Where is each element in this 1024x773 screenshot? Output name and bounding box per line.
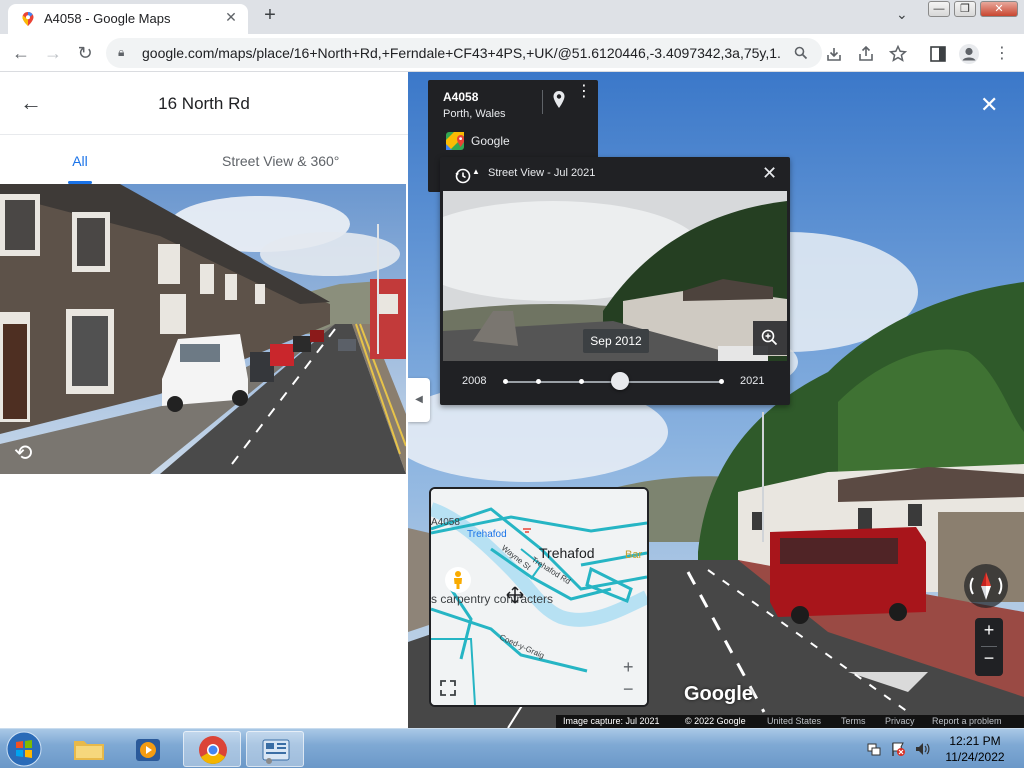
pegman-button[interactable] bbox=[445, 567, 471, 593]
google-maps-favicon-icon bbox=[22, 12, 34, 26]
street-view-photo[interactable]: ⟲ bbox=[0, 184, 406, 474]
action-center-flag-icon[interactable] bbox=[890, 741, 906, 757]
chrome-icon bbox=[199, 736, 227, 764]
zoom-divider bbox=[981, 646, 997, 647]
timeline-marker[interactable] bbox=[719, 379, 724, 384]
date-tooltip: Sep 2012 bbox=[583, 329, 649, 353]
address-bar[interactable]: 🔒︎ google.com/maps/place/16+North+Rd,+Fe… bbox=[106, 38, 822, 68]
bookmark-star-icon[interactable] bbox=[888, 44, 908, 64]
tab-title: A4058 - Google Maps bbox=[44, 11, 171, 26]
report-problem-link[interactable]: Report a problem bbox=[932, 716, 1002, 726]
compass-button[interactable] bbox=[964, 564, 1008, 608]
lock-icon[interactable]: 🔒︎ bbox=[118, 45, 124, 60]
street-view-panorama[interactable]: A4058 Porth, Wales ⋮ Google ▲ Street Vie… bbox=[408, 72, 1024, 728]
browser-toolbar: ← → ↻ 🔒︎ google.com/maps/place/16+North+… bbox=[0, 34, 1024, 72]
minimap[interactable]: A4058 Trehafod Trehafod Bar Wayne St Tre… bbox=[429, 487, 649, 707]
privacy-link[interactable]: Privacy bbox=[885, 716, 915, 726]
360-rotate-icon: ⟲ bbox=[14, 440, 33, 465]
time-machine-panel: ▲ Street View - Jul 2021 ✕ Sep 2012 2008… bbox=[440, 157, 790, 405]
minimap-zoom-out-button[interactable]: − bbox=[623, 679, 634, 700]
timeline-end-year: 2021 bbox=[740, 375, 765, 387]
clock-date[interactable]: 11/24/2022 bbox=[940, 750, 1010, 764]
region-name: Porth, Wales bbox=[443, 108, 506, 120]
minimize-button[interactable]: — bbox=[928, 1, 950, 17]
close-icon[interactable]: ✕ bbox=[762, 163, 777, 184]
taskbar-file-explorer[interactable] bbox=[60, 731, 118, 767]
country-link[interactable]: United States bbox=[767, 716, 821, 726]
tab-all[interactable]: All bbox=[60, 153, 100, 169]
timeline-slider-handle[interactable] bbox=[611, 372, 630, 390]
restore-button[interactable]: ❐ bbox=[954, 1, 976, 17]
history-clock-icon[interactable] bbox=[454, 167, 472, 185]
compass-icon bbox=[969, 572, 1003, 600]
timeline-marker[interactable] bbox=[579, 379, 584, 384]
attribution-bar: Image capture: Jul 2021 © 2022 Google Un… bbox=[556, 715, 1024, 728]
forward-arrow-icon[interactable]: → bbox=[42, 42, 64, 64]
zoom-control: + − bbox=[975, 618, 1003, 676]
search-icon[interactable] bbox=[794, 46, 808, 60]
minimap-zoom-in-button[interactable]: + bbox=[623, 657, 634, 678]
photo-tabs: All Street View & 360° bbox=[0, 134, 408, 184]
media-player-icon bbox=[136, 739, 160, 761]
share-icon[interactable] bbox=[856, 44, 876, 64]
volume-icon[interactable] bbox=[914, 741, 930, 757]
back-arrow-icon[interactable]: ← bbox=[10, 42, 32, 64]
google-watermark-logo: Google bbox=[684, 683, 753, 705]
zoom-out-button[interactable]: − bbox=[975, 648, 1003, 669]
profile-avatar-icon[interactable] bbox=[958, 43, 980, 65]
zoom-in-magnifier-icon bbox=[761, 329, 778, 346]
place-panel: ← 16 North Rd All Street View & 360° ⟲ bbox=[0, 72, 408, 728]
copyright-text: © 2022 Google bbox=[685, 716, 746, 726]
folder-icon bbox=[74, 741, 104, 760]
browser-menu-icon[interactable]: ⋮ bbox=[992, 44, 1012, 64]
map-road-label: A4058 bbox=[431, 517, 460, 528]
google-maps-logo-icon bbox=[446, 132, 464, 150]
reload-icon[interactable]: ↻ bbox=[74, 42, 96, 64]
source-label: Google bbox=[471, 134, 510, 148]
image-capture-date: Image capture: Jul 2021 bbox=[563, 716, 660, 726]
address-bar-url[interactable]: google.com/maps/place/16+North+Rd,+Fernd… bbox=[142, 45, 782, 61]
map-business-label: s carpentry contracters bbox=[431, 592, 553, 606]
divider bbox=[542, 90, 543, 114]
timeline-marker[interactable] bbox=[503, 379, 508, 384]
map-partial-label: Bar bbox=[625, 549, 642, 561]
browser-tab[interactable]: A4058 - Google Maps ✕ bbox=[8, 4, 248, 34]
control-panel-icon bbox=[262, 739, 290, 764]
time-machine-title: Street View - Jul 2021 bbox=[488, 167, 596, 179]
clock-time[interactable]: 12:21 PM bbox=[940, 734, 1010, 748]
taskbar-chrome[interactable] bbox=[183, 731, 241, 767]
start-button-windows-icon[interactable] bbox=[4, 730, 44, 768]
network-icon[interactable] bbox=[866, 741, 882, 757]
expand-map-icon[interactable] bbox=[439, 679, 457, 697]
timeline-marker[interactable] bbox=[536, 379, 541, 384]
road-name: A4058 bbox=[443, 90, 479, 104]
street-photo-image bbox=[0, 184, 406, 474]
terms-link[interactable]: Terms bbox=[841, 716, 866, 726]
install-app-icon[interactable] bbox=[824, 44, 844, 64]
close-street-view-icon[interactable]: ✕ bbox=[980, 92, 998, 118]
pegman-icon bbox=[454, 571, 462, 589]
minimap-image: A4058 Trehafod Trehafod Bar Wayne St Tre… bbox=[431, 489, 647, 705]
tab-street-view-360[interactable]: Street View & 360° bbox=[222, 153, 339, 169]
tab-close-icon[interactable]: ✕ bbox=[222, 9, 240, 27]
map-station-label: Trehafod bbox=[467, 529, 507, 540]
side-panel-icon[interactable] bbox=[928, 44, 948, 64]
timeline-start-year: 2008 bbox=[462, 375, 487, 387]
taskbar-media-player[interactable] bbox=[120, 731, 178, 767]
close-window-button[interactable]: ✕ bbox=[980, 1, 1018, 17]
location-pin-icon[interactable] bbox=[552, 90, 566, 110]
zoom-preview-button[interactable] bbox=[753, 321, 787, 355]
zoom-in-button[interactable]: + bbox=[975, 620, 1003, 641]
tab-search-chevron-icon[interactable]: ⌄ bbox=[896, 6, 908, 23]
caret-up-icon[interactable]: ▲ bbox=[472, 167, 480, 176]
place-title: 16 North Rd bbox=[158, 94, 250, 113]
collapse-panel-button[interactable]: ◀ bbox=[408, 378, 430, 422]
browser-tab-bar: A4058 - Google Maps ✕ + ⌄ — ❐ ✕ bbox=[0, 0, 1024, 34]
windows-taskbar: 12:21 PM 11/24/2022 bbox=[0, 728, 1024, 768]
new-tab-button[interactable]: + bbox=[258, 4, 282, 27]
taskbar-app[interactable] bbox=[246, 731, 304, 767]
map-village-label: Trehafod bbox=[539, 545, 595, 561]
more-options-icon[interactable]: ⋮ bbox=[576, 84, 592, 100]
